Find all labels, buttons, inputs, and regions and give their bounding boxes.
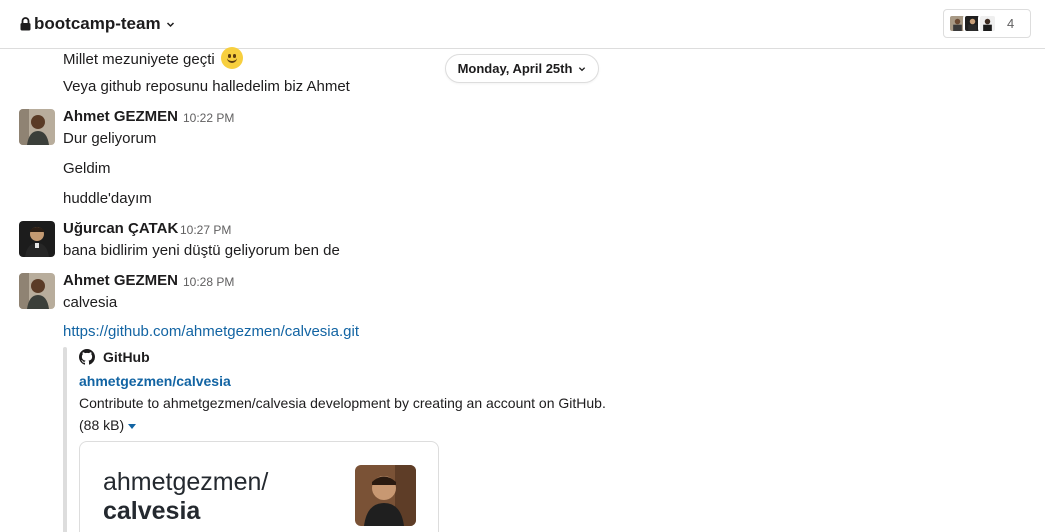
github-icon: [79, 349, 95, 365]
member-list-button[interactable]: 4: [943, 9, 1031, 38]
message-text: huddle'dayım: [63, 190, 152, 207]
chevron-down-icon: [166, 21, 174, 27]
timestamp[interactable]: 10:27 PM: [180, 223, 231, 237]
message-text: Geldim: [63, 160, 111, 177]
message-text: Dur geliyorum: [63, 130, 157, 147]
message-text: Veya github reposunu halledelim biz Ahme…: [63, 78, 350, 95]
timestamp[interactable]: 10:28 PM: [183, 275, 234, 289]
card-avatar: [355, 465, 416, 526]
unfurl-size-toggle[interactable]: (88 kB): [79, 417, 137, 433]
github-link[interactable]: https://github.com/ahmetgezmen/calvesia.…: [63, 323, 359, 340]
timestamp[interactable]: 10:22 PM: [183, 111, 234, 125]
unfurl-description: Contribute to ahmetgezmen/calvesia devel…: [79, 395, 606, 411]
sender-name[interactable]: Ahmet GEZMEN: [63, 108, 178, 125]
unfurl-preview-card[interactable]: ahmetgezmen/ calvesia: [79, 441, 439, 532]
slightly-smiling-face-icon: [220, 47, 243, 69]
unfurl-title-link[interactable]: ahmetgezmen/calvesia: [79, 373, 231, 389]
date-divider-button[interactable]: Monday, April 25th: [445, 54, 599, 83]
message-text: Millet mezuniyete geçti: [63, 47, 243, 69]
member-avatar: [978, 14, 997, 33]
sender-name[interactable]: Ahmet GEZMEN: [63, 272, 178, 289]
card-repo: calvesia: [103, 497, 201, 525]
unfurl-service: GitHub: [79, 349, 150, 365]
chevron-down-icon: [579, 66, 586, 71]
channel-name-button[interactable]: bootcamp-team: [20, 14, 175, 34]
sender-name[interactable]: Uğurcan ÇATAK: [63, 220, 178, 237]
caret-down-icon: [128, 423, 137, 429]
card-owner: ahmetgezmen/: [103, 468, 269, 496]
unfurl-size: (88 kB): [79, 417, 125, 433]
message-text: calvesia: [63, 294, 118, 311]
avatar[interactable]: [19, 221, 55, 257]
lock-icon: [20, 17, 31, 31]
message-text: bana bidlirim yeni düştü geliyorum ben d…: [63, 242, 340, 259]
avatar[interactable]: [19, 109, 55, 145]
channel-header: bootcamp-team 4: [0, 0, 1045, 49]
member-count: 4: [1007, 16, 1015, 31]
channel-name: bootcamp-team: [34, 14, 161, 33]
avatar[interactable]: [19, 273, 55, 309]
unfurl-border: [63, 347, 67, 532]
unfurl-service-name: GitHub: [103, 349, 150, 365]
date-divider-label: Monday, April 25th: [457, 61, 573, 76]
